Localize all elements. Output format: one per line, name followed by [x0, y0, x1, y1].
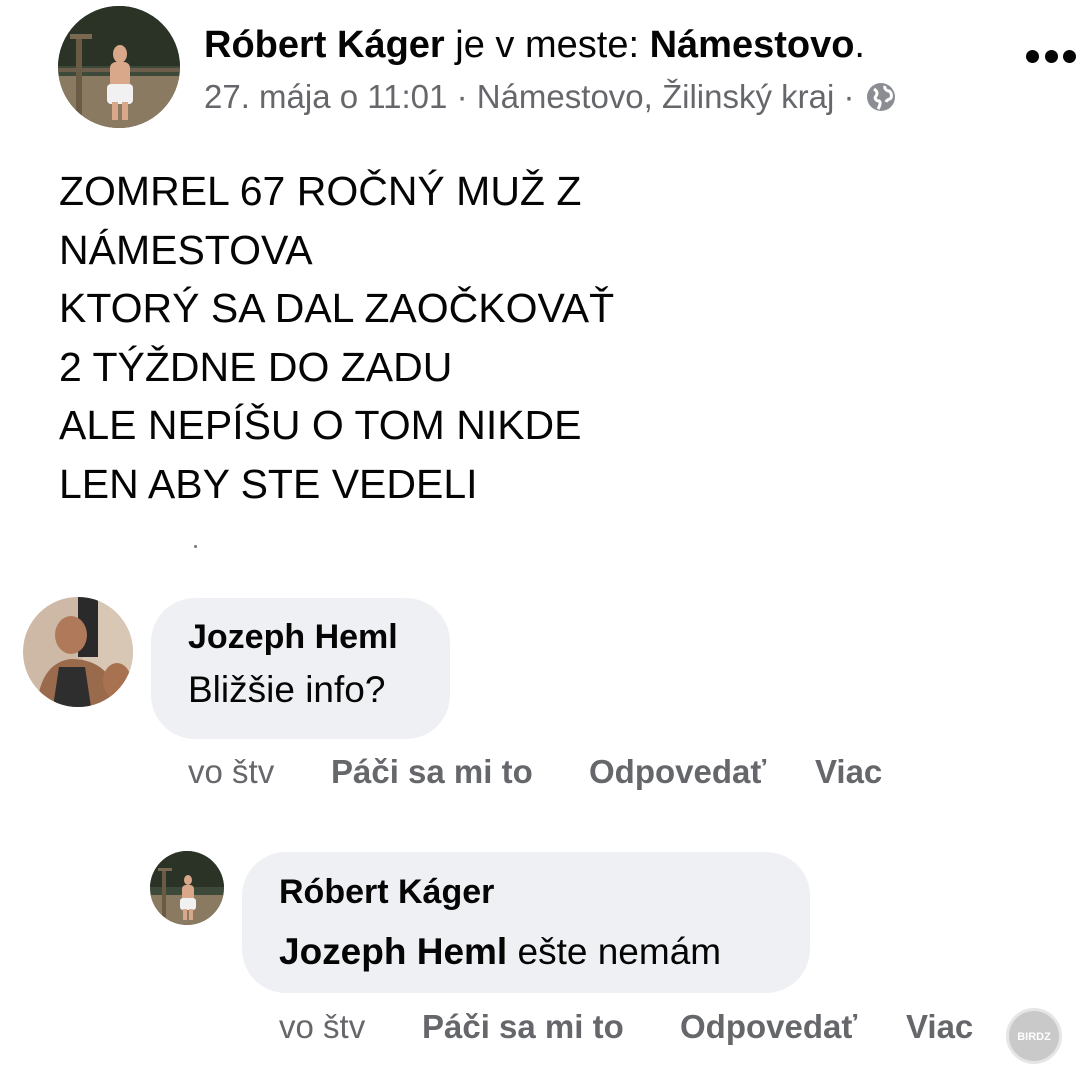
more-options-icon[interactable]: [1026, 46, 1076, 66]
reply-author-avatar[interactable]: [150, 851, 224, 925]
more-button[interactable]: Viac: [906, 1007, 973, 1047]
comment-time[interactable]: vo štv: [188, 752, 331, 792]
watermark-logo-mark: BIRDZ: [1017, 1031, 1051, 1043]
like-button[interactable]: Páči sa mi to: [331, 752, 589, 792]
mention-link[interactable]: Jozeph Heml: [279, 931, 507, 972]
post-header: Róbert Káger je v meste: Námestovo.: [204, 22, 865, 68]
reply-bubble: Róbert Káger Jozeph Heml ešte nemám: [242, 852, 810, 993]
comment-author-name[interactable]: Jozeph Heml: [188, 617, 450, 657]
comment-actions: vo štv Páči sa mi to Odpovedať Viac: [188, 752, 882, 792]
post-meta: 27. mája o 11:01 · Námestovo, Žilinský k…: [204, 76, 897, 118]
reply-actions: vo štv Páči sa mi to Odpovedať Viac: [279, 1007, 973, 1047]
post-place-link[interactable]: Námestovo: [650, 24, 855, 66]
post-author-avatar[interactable]: [58, 6, 180, 128]
post-text-line: ALE NEPÍŠU O TOM NIKDE: [59, 402, 582, 448]
reply-button[interactable]: Odpovedať: [589, 752, 815, 792]
avatar-photo: [58, 6, 180, 128]
post-text-line: ZOMREL 67 ROČNÝ MUŽ Z: [59, 168, 582, 214]
comment-author-avatar[interactable]: [23, 597, 133, 707]
like-button[interactable]: Páči sa mi to: [422, 1007, 680, 1047]
avatar-photo: [23, 597, 133, 707]
post-text-line: LEN ABY STE VEDELI: [59, 460, 478, 507]
post-text: ZOMREL 67 ROČNÝ MUŽ Z NÁMESTOVA KTORÝ SA…: [59, 162, 614, 513]
meta-separator: ·: [456, 78, 468, 115]
post-timestamp[interactable]: 27. mája o 11:01: [204, 76, 447, 118]
stray-dot: [194, 545, 197, 548]
more-button[interactable]: Viac: [815, 752, 882, 792]
svg-text:BIRDZ: BIRDZ: [1017, 1031, 1051, 1043]
post-location[interactable]: Námestovo, Žilinský kraj: [477, 76, 835, 118]
comment-text: Bližšie info?: [188, 669, 386, 710]
comment-time[interactable]: vo štv: [279, 1007, 422, 1047]
post-place-suffix: .: [854, 24, 865, 66]
watermark-logo: BIRDZ: [1006, 1008, 1062, 1064]
post-text-line: NÁMESTOVA: [59, 226, 313, 273]
reply-button[interactable]: Odpovedať: [680, 1007, 906, 1047]
avatar-photo: [150, 851, 224, 925]
meta-separator: ·: [843, 78, 855, 115]
post-author-name[interactable]: Róbert Káger: [204, 24, 445, 66]
post-connector-text: je v meste:: [455, 24, 640, 66]
reply-text: Jozeph Heml ešte nemám: [279, 927, 810, 977]
post-text-line: 2 TÝŽDNE DO ZADU: [59, 343, 453, 390]
reply-text-body: ešte nemám: [507, 931, 722, 972]
comment-bubble: Jozeph Heml Bližšie info?: [151, 598, 450, 739]
reply-author-name[interactable]: Róbert Káger: [279, 872, 810, 912]
globe-icon: [866, 83, 895, 111]
post-text-line: KTORÝ SA DAL ZAOČKOVAŤ: [59, 285, 615, 331]
